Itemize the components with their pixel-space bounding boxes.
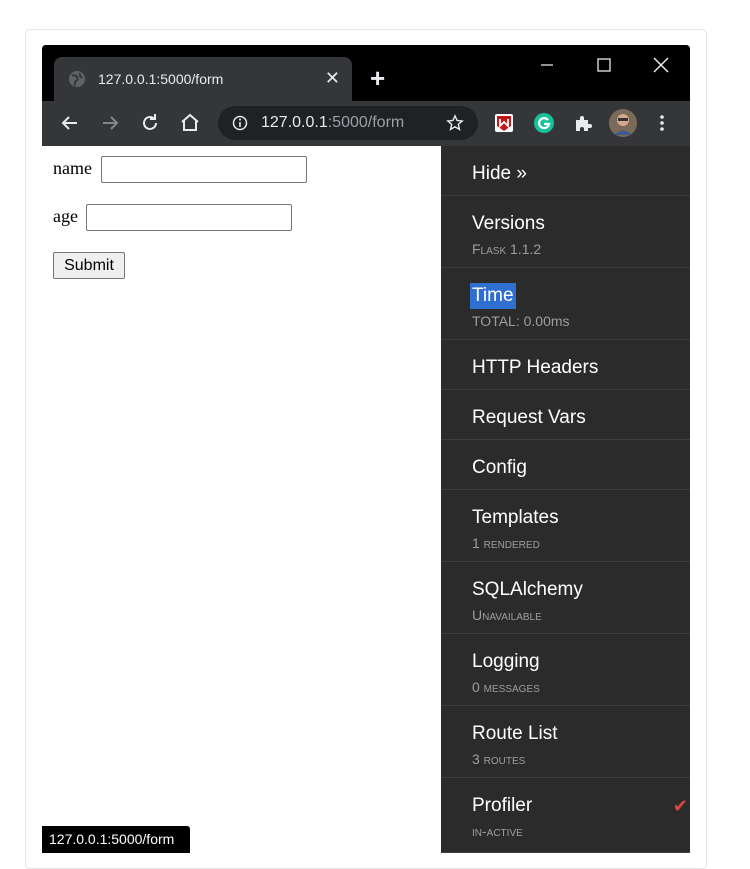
globe-icon	[69, 71, 85, 87]
new-tab-button[interactable]: +	[370, 65, 385, 91]
debug-hide-item[interactable]: Hide »	[441, 146, 690, 196]
title-bar: 127.0.0.1:5000/form ✕ +	[42, 45, 690, 101]
name-label: name	[53, 158, 92, 178]
debug-panel-templates[interactable]: Templates 1 rendered	[441, 490, 690, 562]
panel-subtitle: Unavailable	[472, 607, 542, 623]
panel-title: Logging	[472, 651, 540, 672]
panel-title: Versions	[472, 213, 545, 234]
panel-title: Route List	[472, 723, 558, 744]
flask-debug-toolbar: Hide » Versions Flask 1.1.2 Time TOTAL: …	[441, 146, 690, 853]
star-icon[interactable]	[446, 114, 464, 132]
panel-title: SQLAlchemy	[472, 579, 583, 600]
panel-subtitle: 1 rendered	[472, 535, 540, 551]
url-host: 127.0.0.1	[261, 114, 328, 131]
debug-panel-versions[interactable]: Versions Flask 1.1.2	[441, 196, 690, 268]
puzzle-extensions-icon[interactable]	[571, 111, 595, 135]
status-bar-url: 127.0.0.1:5000/form	[42, 826, 190, 853]
reload-icon[interactable]	[138, 111, 162, 135]
tab-title: 127.0.0.1:5000/form	[98, 71, 224, 87]
url-text[interactable]: 127.0.0.1:5000/form	[261, 114, 404, 132]
forward-arrow-icon[interactable]	[98, 111, 122, 135]
browser-tab[interactable]: 127.0.0.1:5000/form ✕	[54, 57, 352, 101]
maximize-icon[interactable]	[594, 55, 614, 75]
panel-subtitle: in-active	[472, 823, 523, 839]
panel-title: Config	[472, 457, 527, 478]
name-input[interactable]	[101, 156, 307, 183]
age-label: age	[53, 206, 78, 226]
debug-panel-time[interactable]: Time TOTAL: 0.00ms	[441, 268, 690, 340]
grammarly-extension-icon[interactable]	[532, 111, 556, 135]
panel-title: Templates	[472, 507, 559, 528]
minimize-icon[interactable]	[537, 55, 557, 75]
close-window-icon[interactable]	[651, 55, 671, 75]
panel-title: Request Vars	[472, 407, 586, 428]
kebab-menu-icon[interactable]	[650, 111, 674, 135]
address-bar[interactable]: 127.0.0.1:5000/form	[218, 106, 478, 140]
mcafee-extension-icon[interactable]	[492, 111, 516, 135]
home-icon[interactable]	[178, 111, 202, 135]
submit-button[interactable]: Submit	[53, 252, 125, 279]
debug-panel-route-list[interactable]: Route List 3 routes	[441, 706, 690, 778]
panel-title: Time	[470, 283, 516, 309]
panel-subtitle: TOTAL: 0.00ms	[472, 313, 570, 329]
checkmark-icon[interactable]: ✔	[673, 796, 688, 817]
url-path: :5000/form	[327, 114, 405, 131]
browser-toolbar: 127.0.0.1:5000/form	[42, 101, 690, 146]
panel-subtitle: 3 routes	[472, 751, 526, 767]
debug-panel-config[interactable]: Config	[441, 440, 690, 490]
age-input[interactable]	[86, 204, 292, 231]
avatar[interactable]	[609, 109, 637, 137]
panel-subtitle: Flask 1.1.2	[472, 241, 542, 257]
info-icon[interactable]	[232, 115, 248, 131]
debug-panel-request-vars[interactable]: Request Vars	[441, 390, 690, 440]
tab-close-icon[interactable]: ✕	[325, 68, 340, 88]
debug-panel-sqlalchemy[interactable]: SQLAlchemy Unavailable	[441, 562, 690, 634]
panel-title: Profiler	[472, 795, 533, 816]
browser-window: 127.0.0.1:5000/form ✕ + 127.0.0.1:5000/f…	[42, 45, 690, 853]
page-content: name age Submit 127.0.0.1:5000/form	[42, 146, 441, 853]
hide-toolbar-link[interactable]: Hide »	[472, 163, 527, 185]
back-arrow-icon[interactable]	[58, 111, 82, 135]
debug-panel-http-headers[interactable]: HTTP Headers	[441, 340, 690, 390]
panel-title: HTTP Headers	[472, 357, 599, 378]
debug-panel-profiler[interactable]: Profiler ✔ in-active	[441, 778, 690, 853]
panel-subtitle: 0 messages	[472, 679, 540, 695]
debug-panel-logging[interactable]: Logging 0 messages	[441, 634, 690, 706]
